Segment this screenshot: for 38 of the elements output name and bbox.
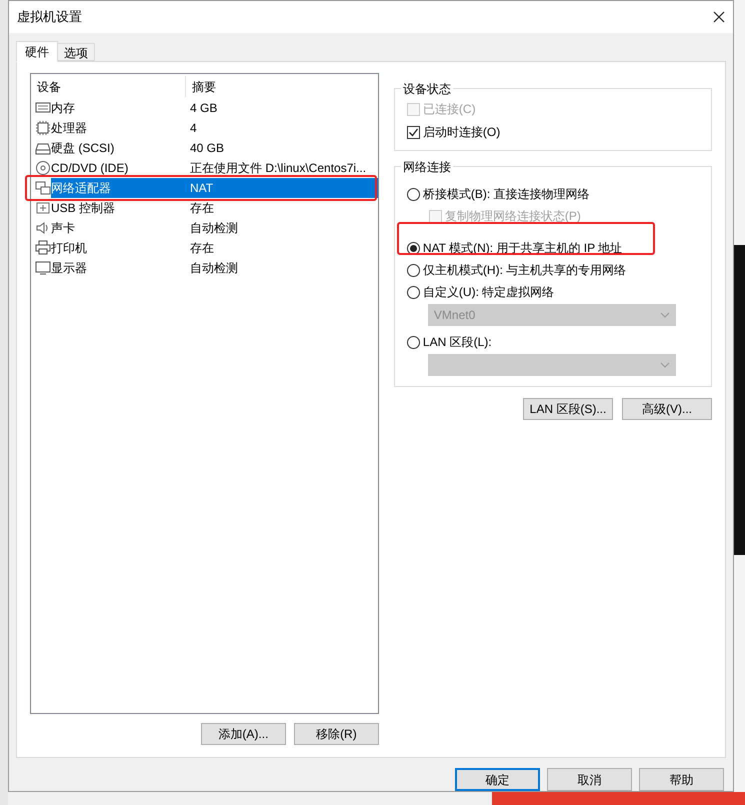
device-row[interactable]: 声卡 自动检测 — [51, 218, 378, 238]
device-row[interactable]: 处理器 4 — [51, 118, 378, 138]
column-header[interactable]: 设备 — [31, 76, 186, 97]
radio-button[interactable]: LAN 区段(L): — [406, 333, 699, 351]
network-icon — [35, 180, 51, 196]
device-row[interactable]: 硬盘 (SCSI) 40 GB — [51, 138, 378, 158]
push-button[interactable]: 移除(R) — [294, 723, 379, 745]
radio-button[interactable]: 自定义(U): 特定虚拟网络 — [406, 283, 699, 301]
checkbox[interactable]: 启动时连接(O) — [406, 123, 699, 141]
monitor-icon — [35, 260, 51, 276]
push-button[interactable]: 添加(A)... — [200, 723, 286, 745]
push-button[interactable]: LAN 区段(S)... — [523, 398, 613, 420]
column-header[interactable]: 摘要 — [186, 78, 216, 96]
push-button[interactable]: 高级(V)... — [622, 398, 712, 420]
printer-icon — [35, 240, 51, 256]
device-row[interactable]: USB 控制器 存在 — [51, 198, 378, 218]
close-icon[interactable] — [713, 11, 725, 23]
radio-button[interactable]: 仅主机模式(H): 与主机共享的专用网络 — [406, 261, 699, 279]
chip-icon — [35, 120, 51, 136]
device-row[interactable]: 打印机 存在 — [51, 238, 378, 258]
push-button[interactable]: 帮助 — [639, 768, 724, 791]
window-title: 虚拟机设置 — [17, 8, 82, 26]
device-row[interactable]: 显示器 自动检测 — [51, 258, 378, 278]
push-button[interactable]: 取消 — [547, 768, 632, 791]
group-title: 网络连接 — [400, 158, 453, 176]
radio-button[interactable]: 桥接模式(B): 直接连接物理网络 — [406, 185, 699, 203]
tab[interactable]: 硬件 — [16, 41, 58, 62]
device-row[interactable]: 网络适配器 NAT — [51, 178, 378, 198]
device-row[interactable]: CD/DVD (IDE) 正在使用文件 D:\linux\Centos7i... — [51, 158, 378, 178]
group-title: 设备状态 — [400, 80, 453, 98]
usb-icon — [35, 200, 51, 216]
disc-icon — [35, 160, 51, 176]
tab[interactable]: 选项 — [58, 43, 95, 61]
chevron-icon — [660, 362, 670, 368]
check-icon — [408, 126, 419, 138]
push-button[interactable]: 确定 — [455, 768, 540, 791]
device-row[interactable]: 内存 4 GB — [51, 98, 378, 118]
chevron-icon — [660, 312, 670, 318]
